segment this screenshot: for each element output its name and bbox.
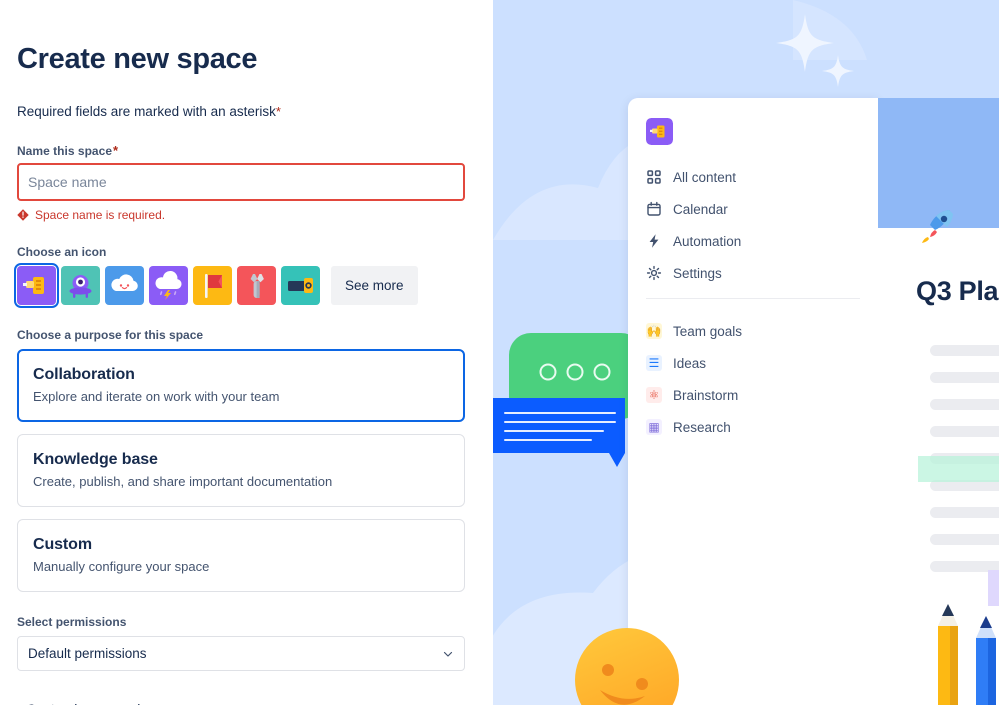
purpose-option-title: Collaboration: [33, 366, 135, 383]
see-more-icons-button[interactable]: See more: [331, 266, 418, 305]
pencil-icon: [938, 604, 996, 705]
icon-chooser-row: See more: [14, 263, 476, 308]
permissions-label: Select permissions: [17, 615, 127, 629]
mock-doc-highlight-green: [918, 456, 999, 482]
mock-nav-item-calendar[interactable]: Calendar: [642, 193, 864, 225]
mock-doc-line: [930, 399, 999, 410]
mock-doc-line: [930, 345, 999, 356]
permissions-select-wrap: Default permissions: [17, 636, 465, 671]
space-name-error: Space name is required.: [17, 208, 476, 222]
page-title: Create new space: [17, 43, 258, 75]
smiley-face-icon: [575, 628, 679, 705]
required-fields-note: Required fields are marked with an aster…: [17, 104, 476, 119]
space-name-input[interactable]: [17, 163, 465, 201]
mock-nav-primary: All content Calendar Automation Settings: [628, 161, 878, 289]
purpose-option-title: Knowledge base: [33, 451, 158, 468]
mock-doc-line: [930, 534, 999, 545]
permissions-select-value: Default permissions: [28, 646, 147, 661]
name-field-label-text: Name this space: [17, 144, 113, 158]
mock-page-item-research[interactable]: ▦ Research: [642, 411, 864, 443]
mock-page-item-label: Brainstorm: [673, 387, 739, 403]
rocket-icon: [922, 210, 953, 243]
raised-hands-emoji-icon: 🙌: [646, 323, 662, 339]
gear-icon: [646, 265, 662, 281]
table-grid-icon: ▦: [646, 419, 662, 435]
customize-space-key-label: Customize space key: [26, 701, 159, 705]
mock-page-item-brainstorm[interactable]: ⚛ Brainstorm: [642, 379, 864, 411]
purpose-option-desc: Manually configure your space: [33, 559, 210, 574]
chevron-down-icon: [442, 648, 454, 660]
icon-option-flag-icon[interactable]: [193, 266, 232, 305]
name-field-label: Name this space*: [17, 143, 476, 158]
mock-nav-item-settings[interactable]: Settings: [642, 257, 864, 289]
mock-doc-line: [930, 372, 999, 383]
space-name-error-text: Space name is required.: [35, 208, 166, 222]
create-space-screen: Create new space Required fields are mar…: [0, 0, 999, 705]
purpose-label: Choose a purpose for this space: [17, 328, 204, 342]
mock-page-item-team-goals[interactable]: 🙌 Team goals: [642, 315, 864, 347]
purpose-option-collaboration[interactable]: Collaboration Explore and iterate on wor…: [17, 349, 465, 422]
error-diamond-icon: [17, 209, 29, 221]
mock-nav-item-label: Settings: [673, 265, 722, 281]
mock-page-item-label: Research: [673, 419, 731, 435]
name-field-asterisk: *: [113, 143, 119, 158]
mock-nav-item-automation[interactable]: Automation: [642, 225, 864, 257]
mock-page-item-label: Team goals: [673, 323, 743, 339]
icon-option-drill-icon[interactable]: [14, 263, 59, 308]
document-lines-icon: ☰: [646, 355, 662, 371]
mock-page-item-ideas[interactable]: ☰ Ideas: [642, 347, 864, 379]
mock-doc-line: [930, 507, 999, 518]
mock-nav-pages: 🙌 Team goals ☰ Ideas ⚛ Brainstorm ▦ Rese…: [628, 315, 878, 443]
grid-apps-icon: [646, 169, 662, 185]
mock-nav-divider: [646, 298, 860, 299]
icon-option-wrench-icon[interactable]: [237, 266, 276, 305]
purpose-option-title: Custom: [33, 536, 92, 553]
calendar-icon: [646, 201, 662, 217]
permissions-select[interactable]: Default permissions: [17, 636, 465, 671]
mock-page-item-label: Ideas: [673, 355, 707, 371]
mock-app-sidebar: All content Calendar Automation Settings…: [628, 98, 878, 705]
icon-option-camera-icon[interactable]: [281, 266, 320, 305]
icon-option-alien-ufo-icon[interactable]: [61, 266, 100, 305]
purpose-option-custom[interactable]: Custom Manually configure your space: [17, 519, 465, 592]
required-note-asterisk: *: [275, 104, 281, 119]
lightning-bolt-icon: [646, 233, 662, 249]
required-fields-note-text: Required fields are marked with an aster…: [17, 104, 276, 119]
customize-space-key-toggle[interactable]: Customize space key: [26, 701, 179, 705]
icon-chooser-label: Choose an icon: [17, 245, 107, 259]
mock-nav-item-all-content[interactable]: All content: [642, 161, 864, 193]
mock-doc-title: Q3 Pla: [916, 276, 999, 306]
purpose-option-desc: Create, publish, and share important doc…: [33, 474, 333, 489]
illustration-panel: All content Calendar Automation Settings…: [493, 0, 999, 705]
purpose-option-desc: Explore and iterate on work with your te…: [33, 389, 280, 404]
brainstorm-icon: ⚛: [646, 387, 662, 403]
purpose-option-knowledge-base[interactable]: Knowledge base Create, publish, and shar…: [17, 434, 465, 507]
mock-nav-item-label: Automation: [673, 233, 742, 249]
icon-option-happy-cloud-icon[interactable]: [105, 266, 144, 305]
mock-nav-item-label: All content: [673, 169, 737, 185]
mock-nav-item-label: Calendar: [673, 201, 728, 217]
chevron-down-icon: [167, 701, 179, 705]
mock-space-logo-icon: [646, 118, 673, 145]
create-space-form-panel: Create new space Required fields are mar…: [0, 0, 493, 705]
mock-doc-line: [930, 426, 999, 437]
icon-option-storm-cloud-icon[interactable]: [149, 266, 188, 305]
